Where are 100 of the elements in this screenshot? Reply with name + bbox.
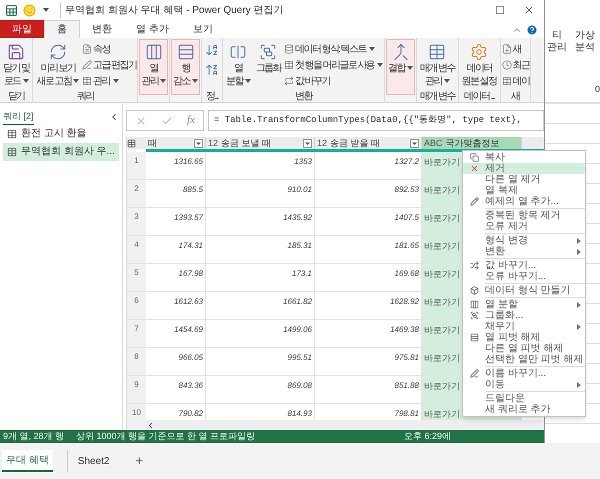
ribbon-icon xyxy=(48,43,67,61)
group-label: 0 xyxy=(594,82,600,96)
sheet-tab[interactable]: 우대 혜택 xyxy=(2,450,53,472)
group-label: 쿼리 xyxy=(76,92,94,102)
ribbon-icon xyxy=(82,60,92,70)
row-number: 2 xyxy=(127,180,146,207)
table-icon xyxy=(7,128,17,138)
ribbon-small-button[interactable]: 데이 xyxy=(502,73,530,89)
table-cell: 185.31 xyxy=(206,236,315,263)
maximize-icon[interactable] xyxy=(495,5,505,15)
column-name: 국가맞춤정보 xyxy=(446,138,500,148)
ribbon-tab[interactable]: 홈 xyxy=(44,20,80,38)
fx-button[interactable]: fx xyxy=(187,112,195,129)
status-text: 상위 1000개 행을 기준으로 한 열 프로파일링 xyxy=(76,430,256,443)
table-icon xyxy=(7,146,17,156)
ribbon-small-button[interactable]: 값 바꾸기 xyxy=(284,73,384,89)
ribbon-icon xyxy=(284,44,294,54)
ribbon-small-button[interactable]: 속성 xyxy=(82,41,136,57)
group-label: 매개 변수 xyxy=(420,92,455,102)
excel-ribbon-button[interactable]: 티 관리 xyxy=(545,30,567,54)
type-label: ABC xyxy=(424,138,443,148)
caret-icon xyxy=(377,63,384,67)
submenu-arrow-icon xyxy=(577,382,581,388)
ribbon-button[interactable]: 그룹화 xyxy=(254,39,283,95)
column-name: 때 xyxy=(148,138,157,148)
ribbon-button[interactable]: 결합 xyxy=(386,39,415,95)
ribbon-small-button[interactable]: 첫 행을 머리글로 사용 xyxy=(284,57,384,73)
table-menu-icon[interactable] xyxy=(127,138,136,148)
excel-ribbon-button[interactable]: 가상 분석 xyxy=(573,30,595,54)
group-label: 변환 xyxy=(295,92,312,102)
menu-icon xyxy=(470,153,478,162)
ribbon-icon xyxy=(144,43,163,61)
ribbon-button[interactable]: 행 감소 xyxy=(171,39,200,95)
scroll-left-icon[interactable] xyxy=(146,420,155,430)
table-cell: 966.05 xyxy=(146,348,206,375)
caret-icon xyxy=(73,79,80,84)
group-label: 닫기 xyxy=(8,92,25,102)
sort-ascending-icon[interactable] xyxy=(204,43,219,57)
caret-icon xyxy=(192,79,198,84)
row-number: 4 xyxy=(127,236,146,263)
table-cell: 995.51 xyxy=(206,348,315,375)
row-number: 9 xyxy=(127,376,146,403)
close-icon[interactable] xyxy=(523,4,535,16)
column-header[interactable]: ABC 국가맞춤정보 xyxy=(422,137,522,149)
type-label: 12 xyxy=(317,138,328,148)
table-cell: 869.08 xyxy=(206,376,315,403)
ribbon-icon xyxy=(82,44,92,54)
ribbon-icon xyxy=(176,43,195,61)
type-label: 12 xyxy=(208,138,218,148)
caret-icon xyxy=(43,8,49,12)
status-text: 오후 6:29에 xyxy=(404,430,452,443)
ribbon-icon xyxy=(428,43,446,61)
row-number: 7 xyxy=(127,320,146,347)
table-cell: 1393.57 xyxy=(146,208,206,235)
ribbon-small-button[interactable]: 관리 xyxy=(82,73,136,89)
dropdown-icon[interactable] xyxy=(410,138,419,148)
add-sheet-button[interactable]: + xyxy=(127,451,152,471)
ribbon-tab[interactable]: 파일 xyxy=(0,20,44,38)
ribbon-icon xyxy=(470,43,488,61)
ribbon-icon xyxy=(502,44,512,54)
ribbon-small-button[interactable]: 고급 편집기 xyxy=(82,57,136,73)
query-item[interactable]: 무역협회 회원사 우... xyxy=(3,142,119,160)
table-cell: 843.36 xyxy=(146,376,206,403)
ribbon-icon xyxy=(502,76,512,86)
help-icon[interactable] xyxy=(526,24,538,36)
table-cell: 1612.63 xyxy=(146,292,206,319)
ribbon-tab[interactable]: 열 추가 xyxy=(124,20,181,38)
menu-icon xyxy=(470,333,478,342)
ribbon-tab[interactable]: 변환 xyxy=(80,20,124,38)
group-label: 데이터 ... xyxy=(464,92,494,102)
sheet-tab[interactable]: Sheet2 xyxy=(66,450,114,472)
ribbon-icon xyxy=(259,43,278,61)
menu-icon xyxy=(470,286,478,295)
ribbon-button[interactable]: 열 관리 xyxy=(139,39,168,95)
ribbon-icon xyxy=(502,60,512,70)
ribbon-small-button[interactable]: 데이터 형식: 텍스트 xyxy=(284,41,384,57)
row-number: 10 xyxy=(127,404,146,430)
menu-icon xyxy=(470,164,478,173)
ribbon-button[interactable]: 열 분할 xyxy=(224,39,253,95)
formula-field[interactable]: = Table.TransformColumnTypes(Data0,{{"통화명", type text}, xyxy=(208,110,544,131)
table-cell: 167.98 xyxy=(146,264,206,291)
menu-icon xyxy=(470,369,478,378)
caret-icon xyxy=(112,79,119,83)
sort-descending-icon[interactable] xyxy=(204,63,219,77)
dropdown-icon[interactable] xyxy=(194,138,203,148)
dropdown-icon[interactable] xyxy=(303,138,312,148)
group-label: 정... xyxy=(206,92,218,102)
menu-item[interactable]: 제거 xyxy=(463,163,585,174)
ribbon-small-button[interactable]: 최근 xyxy=(502,57,530,73)
caret-icon xyxy=(244,79,251,84)
submenu-arrow-icon xyxy=(577,302,581,308)
ribbon-small-button[interactable]: 새 xyxy=(502,41,530,57)
ribbon-icon xyxy=(229,43,248,61)
group-label: 새 xyxy=(511,92,520,102)
ribbon-tab[interactable]: 보기 xyxy=(180,20,225,38)
caret-icon xyxy=(368,47,375,51)
table-cell: 885.5 xyxy=(146,180,206,207)
query-item[interactable]: 환전 고시 환율 xyxy=(3,124,119,142)
ribbon-icon xyxy=(82,76,92,86)
table-cell: 1499.06 xyxy=(206,320,315,347)
